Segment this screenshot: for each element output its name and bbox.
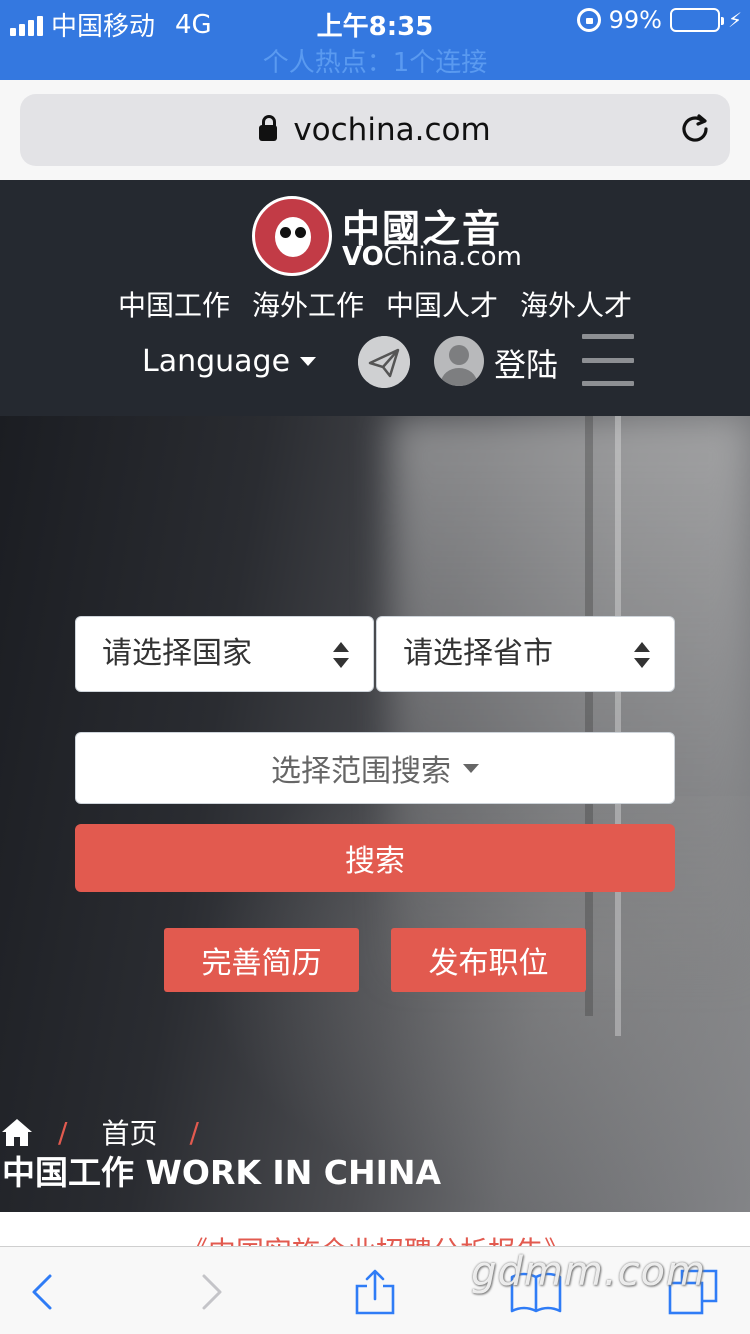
main-nav: 中国工作 海外工作 中国人才 海外人才 [0,284,750,324]
home-icon[interactable] [0,1115,34,1149]
nav-china-jobs[interactable]: 中国工作 [118,284,230,324]
battery-percent: 99% [608,6,662,34]
hotspot-banner[interactable]: 个人热点：1个连接 [0,42,750,79]
logo-badge-icon [252,196,332,276]
nav-overseas-jobs[interactable]: 海外工作 [252,284,364,324]
hero-banner [0,416,750,1212]
nav-china-talent[interactable]: 中国人才 [386,284,498,324]
back-icon[interactable] [20,1269,66,1315]
report-link[interactable]: 《中国实施企业招聘分析报告》 [180,1230,572,1246]
browser-toolbar: gdmm.com [0,1246,750,1334]
logo-english: VOChina.com [342,242,522,272]
hamburger-icon[interactable] [582,334,634,386]
forward-icon [202,1274,222,1310]
address-bar[interactable]: vochina.com [20,94,730,166]
search-button[interactable]: 搜索 [75,824,675,892]
battery-icon [669,8,724,32]
url-display[interactable]: vochina.com [20,112,730,148]
charging-icon: ⚡ [727,8,742,32]
range-search-dropdown[interactable]: 选择范围搜索 [75,732,675,804]
country-select[interactable]: 请选择国家 [75,616,374,692]
select-arrows-icon [634,642,650,668]
breadcrumb-separator: / [58,1115,68,1149]
url-text: vochina.com [293,112,491,148]
site-logo[interactable]: 中國之音 VOChina.com [252,196,522,276]
language-label: Language [142,344,291,379]
padlock-icon [259,115,278,141]
status-right: 99% ⚡ [576,6,742,34]
country-select-label: 请选择国家 [102,636,252,671]
caret-down-icon [300,357,317,366]
range-search-label: 选择范围搜索 [271,754,451,789]
post-job-button[interactable]: 发布职位 [391,928,586,992]
content-peek: 《中国实施企业招聘分析报告》 [0,1212,750,1246]
site-header: 中國之音 VOChina.com 中国工作 海外工作 中国人才 海外人才 Lan… [0,180,750,416]
province-select[interactable]: 请选择省市 [376,616,675,692]
rotation-lock-icon [576,8,601,32]
complete-resume-button[interactable]: 完善简历 [164,928,359,992]
breadcrumb-separator: / [189,1115,199,1149]
select-arrows-icon [333,642,349,668]
paper-plane-icon[interactable] [358,336,410,388]
caret-down-icon [463,763,479,773]
province-select-label: 请选择省市 [403,636,553,671]
reload-icon[interactable] [678,112,712,146]
login-link[interactable]: 登陆 [494,340,558,386]
language-dropdown[interactable]: Language [142,344,317,379]
nav-overseas-talent[interactable]: 海外人才 [520,284,632,324]
page-title: 中国工作 WORK IN CHINA [2,1153,442,1192]
address-bar-area: vochina.com [0,80,750,180]
share-icon[interactable] [352,1269,398,1315]
status-bar: 中国移动 4G 上午8:35 99% ⚡ 个人热点：1个连接 [0,0,750,80]
user-avatar-icon[interactable] [434,336,484,386]
watermark: gdmm.com [471,1249,706,1295]
